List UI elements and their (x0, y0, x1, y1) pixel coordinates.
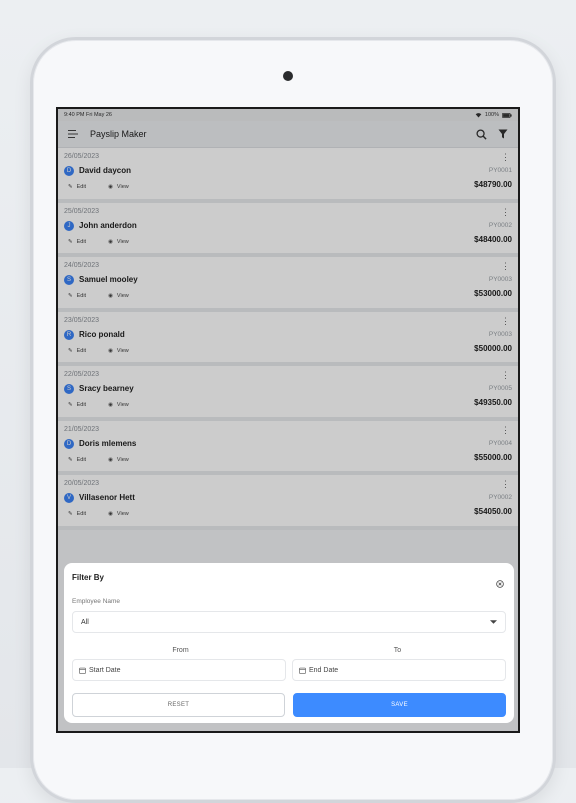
employee-select-value: All (81, 618, 89, 626)
employee-name-label: Employee Name (72, 598, 121, 605)
employee-select[interactable]: All (72, 611, 506, 633)
start-date-placeholder: Start Date (89, 666, 121, 674)
date-range-fields: Start Date End Date (72, 659, 506, 681)
save-button[interactable]: SAVE (293, 693, 506, 717)
front-camera (283, 71, 293, 81)
end-date-field[interactable]: End Date (292, 659, 506, 681)
dropdown-caret-icon (490, 620, 497, 624)
app-screen: 9:40 PM Fri May 26 100% Payslip Maker 26… (58, 109, 518, 731)
calendar-icon (79, 667, 86, 674)
filter-sheet: Filter By Employee Name All From To Star… (64, 563, 514, 723)
date-range-labels: From To (72, 647, 506, 654)
from-label: From (172, 647, 189, 654)
start-date-field[interactable]: Start Date (72, 659, 286, 681)
to-label: To (393, 647, 402, 654)
reset-button[interactable]: RESET (72, 693, 285, 717)
end-date-placeholder: End Date (309, 666, 339, 674)
filter-title: Filter By (72, 573, 105, 582)
filter-buttons: RESET SAVE (72, 693, 506, 717)
screen: 9:40 PM Fri May 26 100% Payslip Maker 26… (56, 107, 520, 733)
close-icon[interactable] (496, 575, 504, 593)
calendar-icon (299, 667, 306, 674)
